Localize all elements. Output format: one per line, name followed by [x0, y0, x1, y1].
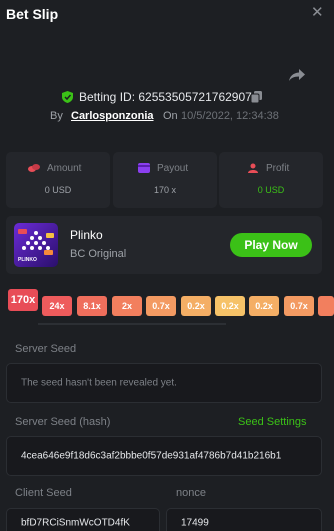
payout-card: Payout 170 x [113, 152, 217, 208]
profit-label: Profit [266, 163, 290, 174]
client-seed-label: Client Seed [15, 487, 72, 499]
share-icon[interactable] [288, 68, 306, 82]
nonce-label: nonce [176, 487, 206, 499]
divider [38, 323, 226, 325]
multiplier-chip: 0.2x [215, 296, 245, 316]
plinko-thumbnail[interactable]: PLINKO [14, 223, 58, 267]
betting-id: Betting ID: 62553505721762907 [79, 90, 252, 104]
nonce-value: 17499 [181, 517, 209, 529]
game-provider: BC Original [70, 248, 127, 260]
multiplier-chip: 24x [42, 296, 72, 316]
close-icon[interactable]: ✕ [311, 5, 324, 20]
play-now-button[interactable]: Play Now [230, 233, 312, 257]
client-seed-value: bfD7RCiSnmWcOTD4fK [21, 517, 130, 529]
amount-label: Amount [47, 163, 82, 174]
wallet-icon [138, 163, 150, 173]
multiplier-chip-partial [318, 296, 334, 316]
nonce-field[interactable]: 17499 [166, 508, 322, 531]
client-seed-field[interactable]: bfD7RCiSnmWcOTD4fK [6, 508, 160, 531]
payout-value: 170 x [153, 185, 177, 195]
profit-card: Profit 0 USD [219, 152, 323, 208]
amount-value: 0 USD [44, 185, 72, 195]
multiplier-chip: 0.2x [181, 296, 211, 316]
server-seed-hash-field[interactable]: 4cea646e9f18d6c3af2bbbe0f57de931af4786b7… [6, 436, 322, 476]
thumb-label: PLINKO [18, 257, 37, 263]
multiplier-chip: 0.7x [284, 296, 314, 316]
amount-card: Amount 0 USD [6, 152, 110, 208]
username-link[interactable]: Carlosponzonia [71, 110, 154, 122]
coins-icon [28, 164, 40, 172]
server-seed-label: Server Seed [15, 343, 77, 355]
bet-slip-header: Bet Slip ✕ [0, 0, 334, 30]
server-seed-hash-value: 4cea646e9f18d6c3af2bbbe0f57de931af4786b7… [21, 450, 282, 462]
payout-label: Payout [157, 163, 189, 174]
seed-settings-link[interactable]: Seed Settings [238, 416, 307, 428]
multiplier-chip: 0.2x [249, 296, 279, 316]
by-label: By [50, 110, 63, 122]
bet-date: 10/5/2022, 12:34:38 [181, 110, 279, 122]
multiplier-chip: 0.7x [146, 296, 176, 316]
multiplier-chip: 2x [112, 296, 142, 316]
on-label: On [163, 110, 178, 122]
shield-check-icon [62, 91, 73, 103]
server-seed-hash-label: Server Seed (hash) [15, 416, 111, 428]
server-seed-field[interactable]: The seed hasn't been revealed yet. [6, 363, 322, 403]
game-name: Plinko [70, 228, 103, 242]
profit-value: 0 USD [257, 185, 285, 195]
multiplier-chip: 8.1x [77, 296, 107, 316]
copy-icon[interactable] [251, 91, 262, 103]
profit-user-icon [248, 163, 258, 173]
multiplier-main: 170x [8, 289, 38, 311]
server-seed-value: The seed hasn't been revealed yet. [21, 377, 177, 389]
game-card: PLINKO Plinko BC Original Play Now [6, 216, 322, 274]
page-title: Bet Slip [6, 6, 59, 22]
